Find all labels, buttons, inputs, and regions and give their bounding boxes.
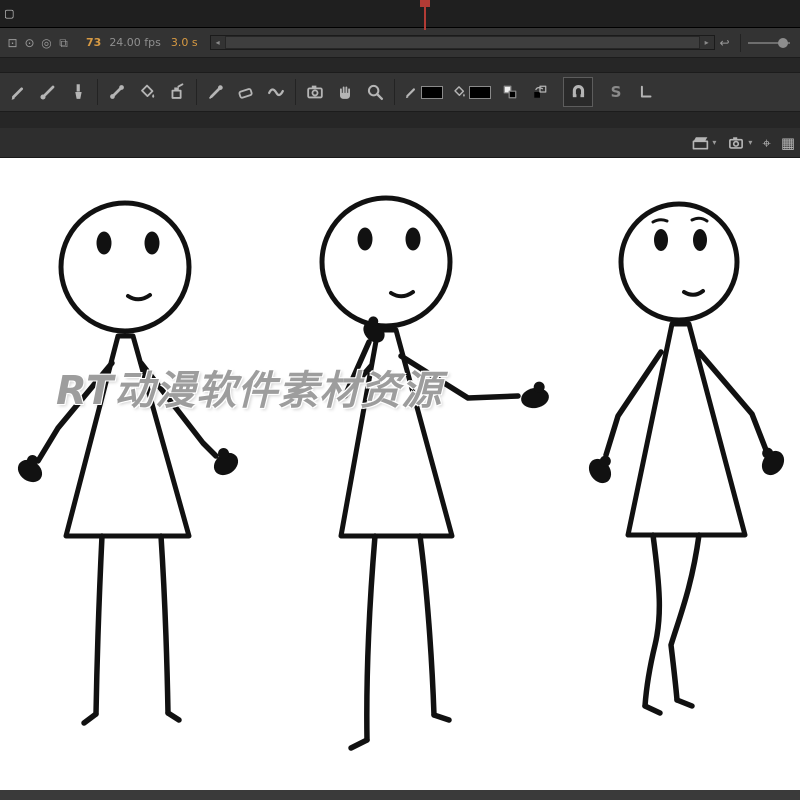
eyedropper-icon (209, 85, 223, 99)
tools-toolbar: S (0, 72, 800, 112)
divider (740, 33, 741, 52)
stroke-color-swatch[interactable] (421, 85, 443, 99)
bone-tool-button[interactable] (102, 75, 132, 109)
timeline-zoom-controls: ↩ (716, 28, 796, 58)
timeline-zoom-slider[interactable] (748, 37, 790, 48)
playhead-marker[interactable] (420, 0, 430, 7)
document-icon[interactable]: ▢ (4, 7, 14, 20)
stage-canvas[interactable]: RT动漫软件素材资源 (0, 158, 800, 790)
paintbrush-tool-button[interactable] (63, 75, 93, 109)
stroke-color-control[interactable] (403, 84, 443, 100)
clapperboard-icon (692, 136, 709, 150)
fill-color-control[interactable] (451, 84, 491, 100)
zoom-tool-button[interactable] (360, 75, 390, 109)
elapsed-time-value: 3.0 s (170, 36, 198, 49)
pencil-icon (11, 87, 23, 100)
width-tool-button[interactable] (261, 75, 291, 109)
frame-rate-value[interactable]: 24.00 fps (109, 36, 161, 49)
smooth-button[interactable]: S (601, 75, 631, 109)
playhead[interactable] (420, 0, 430, 30)
chevron-down-icon: ▾ (748, 138, 753, 147)
edit-multiple-frames-icon[interactable]: ⧉ (56, 28, 71, 58)
current-frame-value[interactable]: 73 (86, 36, 101, 49)
divider (394, 79, 395, 105)
width-icon (268, 88, 284, 97)
camera-view-button[interactable]: ▾ (723, 132, 755, 154)
bone-icon (110, 85, 124, 99)
divider (295, 79, 296, 105)
onion-skin-icon[interactable]: ⊙ (22, 28, 37, 58)
chevron-down-icon: ▾ (712, 138, 717, 147)
stick-figures-artwork (17, 195, 785, 751)
grid-button[interactable]: ▦ (778, 132, 798, 154)
fill-bucket-icon (454, 86, 465, 97)
eyedropper-tool-button[interactable] (201, 75, 231, 109)
straighten-icon (640, 85, 652, 98)
clip-actions-button[interactable]: ▾ (687, 132, 719, 154)
stroke-pencil-icon (405, 88, 415, 99)
loop-icon[interactable]: ↩ (717, 28, 732, 58)
brush-icon (40, 85, 55, 100)
hand-tool-button[interactable] (330, 75, 360, 109)
scene-toolbar: ▾ ▾ ⌖ ▦ (0, 128, 800, 158)
timeline-status-bar: ⊡ ⊙ ◎ ⧉ 73 24.00 fps 3.0 s ◂ ▸ ↩ (0, 28, 800, 58)
eraser-tool-button[interactable] (231, 75, 261, 109)
scroll-left-icon[interactable]: ◂ (210, 36, 225, 49)
snap-to-objects-button[interactable] (563, 77, 593, 107)
grid-icon: ▦ (780, 133, 795, 152)
hand-icon (340, 86, 350, 99)
panel-gap (0, 112, 800, 128)
stick-figure-2 (319, 195, 549, 751)
black-white-button[interactable] (495, 75, 525, 109)
camera-icon (307, 85, 323, 99)
paintbrush-icon (75, 84, 82, 99)
stick-figure-3 (588, 201, 785, 716)
swap-colors-button[interactable] (525, 75, 555, 109)
stick-figure-1 (17, 200, 239, 726)
registration-button[interactable]: ⌖ (759, 132, 773, 154)
swap-colors-icon (534, 85, 547, 98)
ink-bottle-tool-button[interactable] (162, 75, 192, 109)
camera-view-icon (729, 136, 744, 149)
animation-editor-window: ▢ ⊡ ⊙ ◎ ⧉ 73 24.00 fps 3.0 s ◂ ▸ ↩ S ▾ ▾… (0, 0, 800, 800)
straighten-button[interactable] (631, 75, 661, 109)
timeline-scrollbar[interactable]: ◂ ▸ (209, 35, 715, 50)
fill-color-swatch[interactable] (469, 85, 491, 99)
scroll-right-icon[interactable]: ▸ (699, 36, 714, 49)
eraser-icon (238, 88, 253, 99)
timeline-scrollbar-thumb[interactable] (225, 37, 699, 48)
paint-bucket-icon (141, 84, 155, 98)
ink-bottle-icon (171, 83, 184, 99)
zoom-icon (367, 84, 383, 100)
divider (196, 79, 197, 105)
onion-skin-outlines-icon[interactable]: ◎ (39, 28, 54, 58)
brush-tool-button[interactable] (33, 75, 63, 109)
magnet-icon (572, 85, 585, 98)
panel-gap (0, 58, 800, 72)
crosshair-icon: ⌖ (762, 133, 771, 152)
timeline-ruler[interactable]: ▢ (0, 0, 800, 30)
pencil-tool-button[interactable] (3, 75, 33, 109)
camera-tool-button[interactable] (300, 75, 330, 109)
paint-bucket-tool-button[interactable] (132, 75, 162, 109)
black-white-icon (503, 85, 517, 99)
smooth-icon: S (610, 83, 622, 101)
timeline-zoom-slider-handle[interactable] (778, 37, 788, 48)
bottom-bar (0, 790, 800, 800)
divider (97, 79, 98, 105)
center-frame-icon[interactable]: ⊡ (5, 28, 20, 58)
